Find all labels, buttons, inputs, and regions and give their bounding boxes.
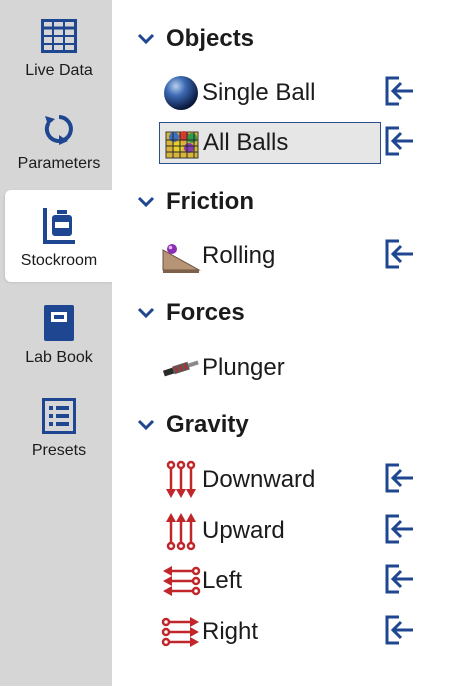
stock-item-label: Single Ball (202, 79, 316, 106)
sidebar-item-label: Lab Book (25, 349, 93, 366)
sidebar-item-label: Stockroom (20, 252, 98, 269)
add-all-balls-button[interactable] (383, 126, 417, 160)
add-left-button[interactable] (383, 564, 417, 598)
add-to-scene-icon (385, 514, 415, 549)
sidebar-item-label: Presets (31, 442, 87, 459)
add-upward-button[interactable] (383, 514, 417, 548)
sidebar-item-label: Parameters (17, 155, 101, 172)
add-downward-button[interactable] (383, 463, 417, 497)
arrows-down-icon (161, 460, 201, 500)
presets-list-icon (42, 394, 76, 438)
section-title: Objects (166, 25, 255, 52)
stock-item-label: Upward (202, 517, 285, 544)
add-to-scene-icon (385, 76, 415, 111)
stock-item-downward[interactable]: Downward (159, 459, 381, 501)
sidebar-item-parameters[interactable]: Parameters (6, 93, 112, 185)
section-header-friction[interactable]: Friction (136, 186, 254, 218)
sidebar-item-stockroom[interactable]: Stockroom (5, 190, 113, 282)
section-header-objects[interactable]: Objects (136, 23, 254, 55)
chevron-down-icon (136, 29, 156, 49)
ramp-ball-icon (161, 236, 201, 276)
add-single-ball-button[interactable] (383, 76, 417, 110)
add-to-scene-icon (385, 239, 415, 274)
chevron-down-icon (136, 415, 156, 435)
stock-item-left[interactable]: Left (159, 560, 381, 602)
chevron-down-icon (136, 192, 156, 212)
sidebar-item-live-data[interactable]: Live Data (6, 0, 112, 92)
stock-item-label: Left (202, 567, 243, 594)
lab-book-icon (44, 301, 74, 345)
stock-item-plunger[interactable]: Plunger (159, 347, 381, 389)
stock-item-all-balls[interactable]: All Balls (159, 122, 381, 164)
stock-item-rolling[interactable]: Rolling (159, 235, 381, 277)
stock-item-upward[interactable]: Upward (159, 510, 381, 552)
add-rolling-button[interactable] (383, 239, 417, 273)
add-to-scene-icon (385, 615, 415, 650)
stockroom-icon (42, 204, 76, 248)
sidebar-item-presets[interactable]: Presets (6, 380, 112, 472)
table-grid-icon (41, 14, 77, 58)
stock-item-label: Downward (202, 466, 316, 493)
arrows-right-icon (161, 612, 201, 652)
section-title: Forces (166, 299, 245, 326)
sidebar: Live Data Parameters Stockroom Lab Book … (0, 0, 113, 686)
stock-item-label: Rolling (202, 242, 276, 269)
add-right-button[interactable] (383, 615, 417, 649)
plunger-icon (161, 348, 201, 388)
add-to-scene-icon (385, 463, 415, 498)
arrows-up-icon (161, 511, 201, 551)
refresh-icon (42, 107, 76, 151)
stock-item-label: Plunger (202, 354, 285, 381)
ball-basket-icon (162, 123, 202, 163)
stock-item-label: All Balls (203, 129, 289, 156)
stock-item-single-ball[interactable]: Single Ball (159, 72, 381, 114)
add-to-scene-icon (385, 126, 415, 161)
section-header-gravity[interactable]: Gravity (136, 409, 249, 441)
stock-item-label: Right (202, 618, 259, 645)
stockroom-panel: Objects Single Ball All Balls Friction R… (112, 0, 465, 686)
sidebar-item-label: Live Data (25, 62, 93, 79)
add-to-scene-icon (385, 564, 415, 599)
arrows-left-icon (161, 561, 201, 601)
sidebar-item-lab-book[interactable]: Lab Book (6, 287, 112, 379)
section-title: Friction (166, 188, 254, 215)
section-title: Gravity (166, 411, 249, 438)
stock-item-right[interactable]: Right (159, 611, 381, 653)
chevron-down-icon (136, 303, 156, 323)
section-header-forces[interactable]: Forces (136, 297, 245, 329)
ball-icon (161, 73, 201, 113)
